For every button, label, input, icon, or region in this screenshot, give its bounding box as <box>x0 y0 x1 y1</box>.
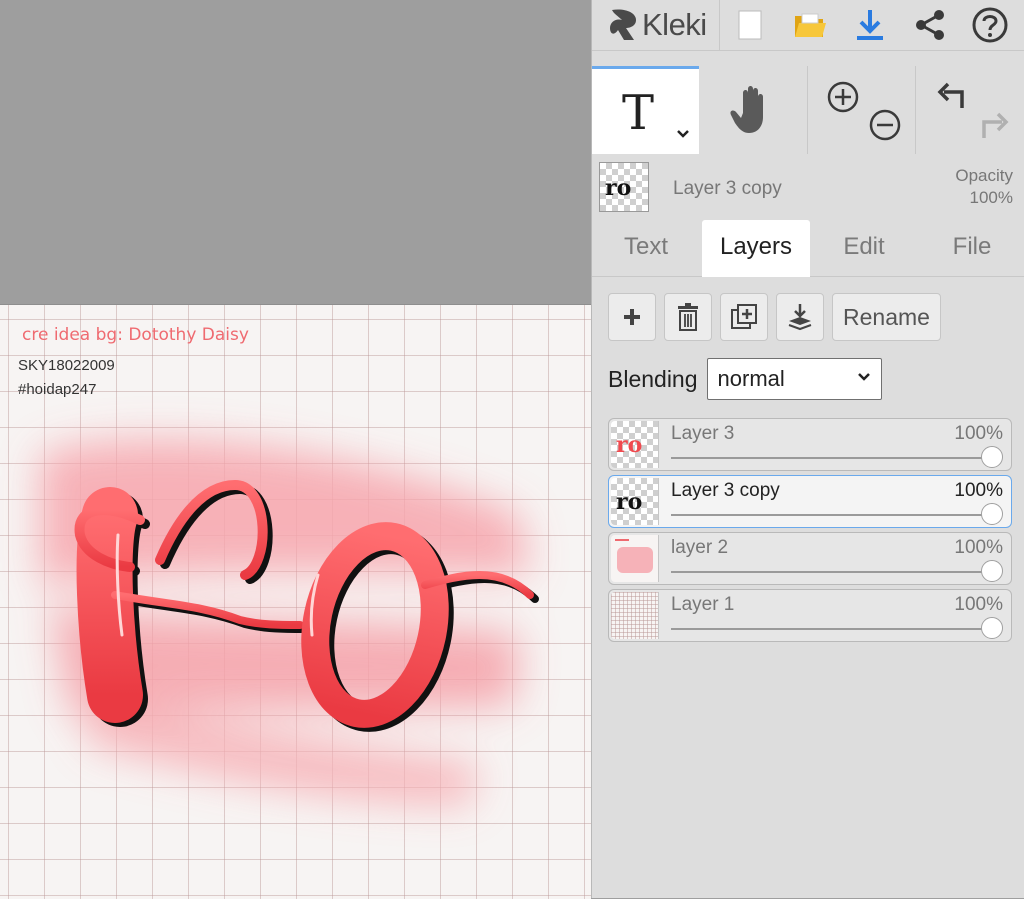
layer-thumbnail <box>611 592 659 639</box>
undo-icon[interactable] <box>936 80 970 112</box>
rename-layer-button[interactable]: Rename <box>832 293 941 341</box>
chevron-down-icon <box>857 373 870 381</box>
blending-value: normal <box>717 366 785 391</box>
layer-opacity: 100% <box>954 480 1003 501</box>
open-folder-icon <box>795 13 826 37</box>
layer-opacity-slider[interactable] <box>671 628 989 630</box>
panel-tabs: Text Layers Edit File <box>592 220 1024 277</box>
layer-opacity: 100% <box>954 594 1003 615</box>
layer-row-layer-3[interactable]: ro Layer 3 100% <box>608 418 1012 471</box>
layer-thumbnail: ro <box>611 478 659 525</box>
add-layer-icon <box>624 309 640 325</box>
canvas-area[interactable]: cre idea bg: Dotothy Daisy SKY18022009 #… <box>0 0 591 899</box>
help-button[interactable] <box>960 0 1020 50</box>
hand-tool-button[interactable] <box>699 66 808 154</box>
layer-opacity: 100% <box>954 423 1003 444</box>
share-button[interactable] <box>900 0 960 50</box>
layer-opacity-slider[interactable] <box>671 571 989 573</box>
layer-opacity-handle[interactable] <box>981 617 1003 639</box>
tab-layers[interactable]: Layers <box>702 220 810 277</box>
kleki-logo[interactable]: Kleki <box>592 0 720 50</box>
zoom-controls <box>808 66 916 154</box>
layer-opacity-handle[interactable] <box>981 503 1003 525</box>
share-icon <box>916 10 944 40</box>
blending-control: Blending normal <box>608 358 882 400</box>
new-file-icon <box>738 10 762 40</box>
kleki-logo-icon <box>610 9 636 40</box>
delete-layer-button[interactable] <box>664 293 712 341</box>
layer-opacity-handle[interactable] <box>981 446 1003 468</box>
layer-row-layer-3-copy[interactable]: ro Layer 3 copy 100% <box>608 475 1012 528</box>
current-layer-opacity: Opacity 100% <box>955 165 1013 209</box>
download-icon <box>857 10 883 40</box>
opacity-label: Opacity <box>955 166 1013 185</box>
layer-name: layer 2 <box>671 537 729 558</box>
open-file-button[interactable] <box>780 0 840 50</box>
tool-row: T <box>592 66 1024 156</box>
current-layer-info: ro Layer 3 copy Opacity 100% <box>592 158 1024 216</box>
layer-opacity: 100% <box>954 537 1003 558</box>
add-layer-button[interactable] <box>608 293 656 341</box>
layer-opacity-handle[interactable] <box>981 560 1003 582</box>
layer-actions: Rename <box>608 293 941 341</box>
zoom-in-icon[interactable] <box>826 80 860 114</box>
merge-down-icon <box>788 304 812 331</box>
opacity-value: 100% <box>969 188 1013 207</box>
layer-thumbnail <box>611 535 659 582</box>
artwork <box>40 439 539 805</box>
layer-name: Layer 3 <box>671 423 735 444</box>
undo-redo-controls <box>916 66 1024 154</box>
svg-text:ro: ro <box>605 175 631 201</box>
tab-text[interactable]: Text <box>592 220 700 276</box>
current-layer-thumbnail: ro <box>599 162 649 212</box>
text-tool-icon: T <box>622 85 655 141</box>
blending-label: Blending <box>608 365 698 392</box>
blending-select[interactable]: normal <box>706 358 882 400</box>
merge-down-button[interactable] <box>776 293 824 341</box>
duplicate-layer-icon <box>731 304 757 329</box>
tab-edit[interactable]: Edit <box>810 220 918 276</box>
layer-name: Layer 3 copy <box>671 480 780 501</box>
duplicate-layer-button[interactable] <box>720 293 768 341</box>
app-name: Kleki <box>642 7 707 42</box>
drawing-canvas[interactable]: cre idea bg: Dotothy Daisy SKY18022009 #… <box>0 304 591 899</box>
layer-row-layer-2[interactable]: layer 2 100% <box>608 532 1012 585</box>
top-bar: Kleki <box>592 0 1024 51</box>
text-tool-button[interactable]: T <box>592 66 699 154</box>
new-file-button[interactable] <box>720 0 780 50</box>
tab-file[interactable]: File <box>918 220 1024 276</box>
help-icon <box>972 7 1008 43</box>
svg-text:ro: ro <box>616 432 642 458</box>
layer-thumbnail: ro <box>611 421 659 468</box>
layer-row-layer-1[interactable]: Layer 1 100% <box>608 589 1012 642</box>
layer-opacity-slider[interactable] <box>671 457 989 459</box>
hand-icon <box>730 86 763 133</box>
download-button[interactable] <box>840 0 900 50</box>
chevron-down-icon[interactable] <box>676 129 690 139</box>
delete-layer-icon <box>678 303 698 331</box>
layer-list: ro Layer 3 100% ro Layer 3 copy 100% lay… <box>608 418 1012 646</box>
layer-name: Layer 1 <box>671 594 735 615</box>
current-layer-name: Layer 3 copy <box>673 178 782 199</box>
svg-text:ro: ro <box>616 489 642 515</box>
redo-icon[interactable] <box>976 110 1010 142</box>
layer-opacity-slider[interactable] <box>671 514 989 516</box>
side-panel: Kleki T ro Layer 3 copy Opacity 100% Tex… <box>591 0 1024 898</box>
zoom-out-icon[interactable] <box>868 108 902 142</box>
